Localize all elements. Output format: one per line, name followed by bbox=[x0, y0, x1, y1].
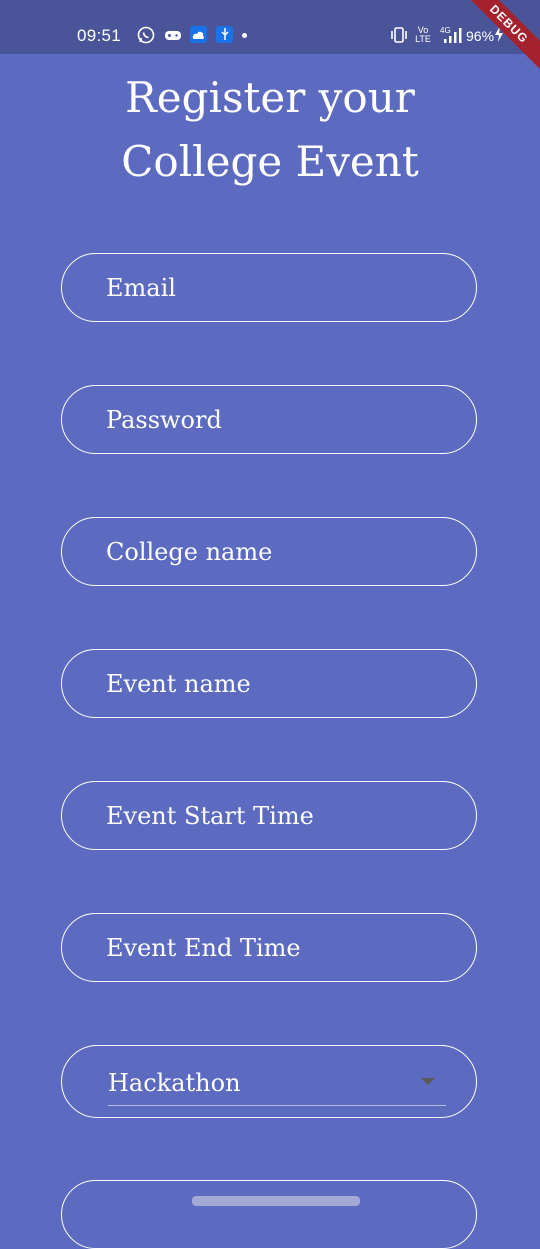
dropdown-arrow-icon bbox=[421, 1078, 435, 1085]
event-start-time-field[interactable]: Event Start Time bbox=[61, 781, 477, 850]
battery-percentage: 96% bbox=[466, 28, 495, 44]
status-time: 09:51 bbox=[77, 26, 122, 45]
volte-bottom-text: LTE bbox=[415, 34, 431, 44]
submit-button-partial[interactable] bbox=[192, 1196, 360, 1206]
volte-icon: Vo LTE bbox=[415, 26, 431, 44]
page-title-line-2: College Event bbox=[121, 137, 419, 186]
password-field-label: Password bbox=[106, 406, 222, 434]
page-title: Register your College Event bbox=[0, 66, 540, 194]
event-name-field-label: Event name bbox=[106, 670, 251, 698]
event-type-selected-value: Hackathon bbox=[108, 1069, 241, 1097]
college-name-field[interactable]: College name bbox=[61, 517, 477, 586]
event-end-time-field-label: Event End Time bbox=[106, 934, 301, 962]
status-bar: 09:51 Vo LTE 4G 96% bbox=[0, 0, 540, 54]
event-name-field[interactable]: Event name bbox=[61, 649, 477, 718]
event-type-dropdown[interactable]: Hackathon bbox=[61, 1045, 477, 1118]
password-field[interactable]: Password bbox=[61, 385, 477, 454]
college-name-field-label: College name bbox=[106, 538, 273, 566]
usb-icon bbox=[216, 26, 233, 43]
email-field-label: Email bbox=[106, 274, 176, 302]
event-start-time-field-label: Event Start Time bbox=[106, 802, 314, 830]
page-title-line-1: Register your bbox=[125, 73, 415, 122]
game-controller-icon bbox=[164, 26, 182, 44]
email-field[interactable]: Email bbox=[61, 253, 477, 322]
vibrate-icon bbox=[390, 26, 408, 44]
event-end-time-field[interactable]: Event End Time bbox=[61, 913, 477, 982]
cloud-app-icon bbox=[190, 26, 207, 43]
signal-icon: 4G bbox=[440, 26, 464, 44]
network-type-text: 4G bbox=[440, 26, 451, 35]
dropdown-underline bbox=[108, 1105, 446, 1106]
notification-dot-icon bbox=[242, 33, 247, 38]
whatsapp-icon bbox=[137, 26, 155, 44]
next-field-partial[interactable] bbox=[61, 1180, 477, 1249]
